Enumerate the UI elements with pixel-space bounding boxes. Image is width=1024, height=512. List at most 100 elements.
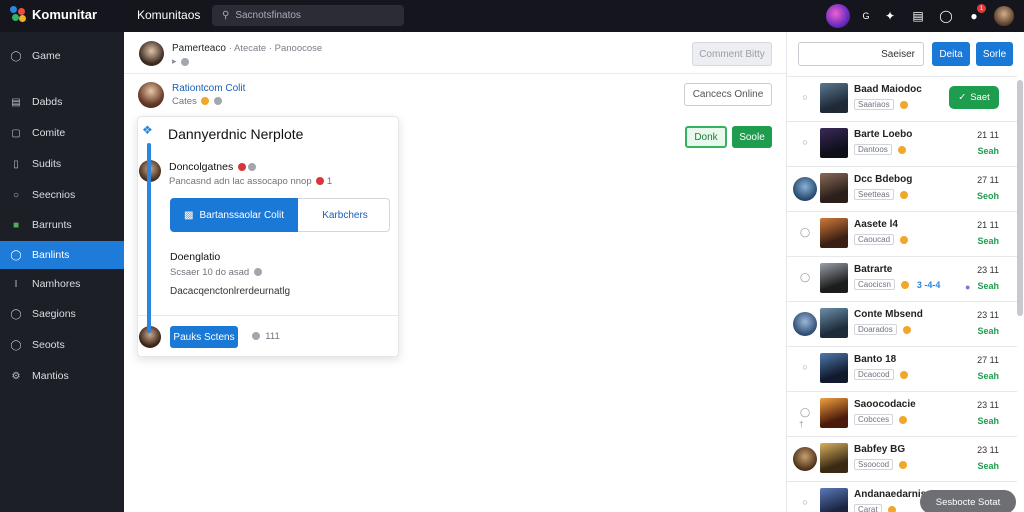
list-item[interactable]: ○ Baad Maiodoc Saariaos ✓ Saet — [787, 77, 1017, 122]
sidebar-item-label: Banlints — [32, 249, 70, 261]
chat-icon: ○ — [802, 137, 808, 147]
sort-button[interactable]: Sorle — [976, 42, 1013, 66]
item-time: 21 11 — [977, 220, 999, 230]
cancel-online-button[interactable]: Cancecs Online — [684, 83, 772, 106]
page-icon: ▯ — [13, 158, 19, 170]
avatar[interactable] — [793, 312, 817, 336]
done-button[interactable]: Donk — [685, 126, 727, 148]
sidebar-item-barrunts[interactable]: ■ Barrunts — [0, 211, 124, 239]
sidebar-item-game[interactable]: ◯ Game — [0, 42, 124, 70]
chat-icon: ○ — [802, 497, 808, 507]
sidebar-item-comite[interactable]: ▢ Comite — [0, 119, 124, 147]
item-title: Andanaedarnis — [854, 489, 927, 500]
save-item-button[interactable]: ✓ Saet — [949, 86, 999, 109]
save-button[interactable]: Soole — [732, 126, 772, 148]
sidebar-item-seecnios[interactable]: ○ Seecnios — [0, 181, 124, 209]
feed-row-title[interactable]: Rationtcom Colit — [172, 83, 245, 94]
sidebar-item-sudits[interactable]: ▯ Sudits — [0, 150, 124, 178]
i-icon: I — [14, 278, 18, 290]
sidebar-item-label: Barrunts — [32, 219, 72, 231]
list-item[interactable]: Conte Mbsend Doarados 23 11 Seah — [787, 302, 1017, 347]
brand-logo-icon — [10, 6, 26, 22]
list-item[interactable]: Dcc Bdebog Seetteas 27 11 Seoh — [787, 167, 1017, 212]
list-item[interactable]: Babfey BG Ssoocod 23 11 Seah — [787, 437, 1017, 482]
list-item[interactable]: ○ Barte Loebo Dantoos 21 11 Seah — [787, 122, 1017, 167]
delete-button[interactable]: Deita — [932, 42, 970, 66]
list-item[interactable]: ◯ Aasete l4 Caoucad 21 11 Seah — [787, 212, 1017, 257]
top-bar: Komunitar Komunitaos ⚲ Sacnotsfinatos G … — [0, 0, 1024, 32]
avatar[interactable] — [793, 177, 817, 201]
primary-action-label: Bartanssaolar Colit — [199, 209, 284, 221]
search-input[interactable]: ⚲ Sacnotsfinatos — [212, 5, 404, 26]
sidebar-item-label: Dabds — [32, 96, 63, 108]
shield-icon: ◯ — [10, 308, 22, 320]
card-title: Dannyerdnic Nerplote — [168, 126, 304, 142]
card-meta: Pancasnd adn lac assocapo nnop 1 — [169, 176, 333, 187]
toast-button[interactable]: Sesbocte Sotat — [920, 490, 1016, 512]
notifications-icon[interactable]: ● 1 — [966, 4, 986, 24]
item-title: Aasete l4 — [854, 219, 898, 230]
item-meta: Doarados — [854, 324, 911, 335]
secondary-action-button[interactable]: Karbchers — [301, 199, 389, 231]
item-status: Seah — [977, 461, 999, 471]
item-status: Seah — [977, 236, 999, 246]
list-item[interactable]: ◯ Batrarte Caocicsn 3 -4-4 ● 23 11 Seah — [787, 257, 1017, 302]
item-meta: Dcaocod — [854, 369, 908, 380]
clock-icon: ◯ — [799, 226, 811, 237]
sidebar-item-label: Game — [32, 50, 61, 62]
user-avatar[interactable] — [994, 6, 1014, 26]
reply-button[interactable]: Pauks Sctens — [170, 326, 238, 348]
scrollbar[interactable] — [1017, 80, 1023, 316]
item-meta: Carat — [854, 504, 896, 512]
sidebar-item-label: Seecnios — [32, 189, 76, 201]
item-title: Dcc Bdebog — [854, 174, 913, 185]
sidebar-item-namhores[interactable]: I Namhores — [0, 270, 124, 298]
item-meta: Cobcces — [854, 414, 908, 425]
sidebar-item-label: Sudits — [32, 158, 62, 170]
sidebar-item-label: Mantios — [32, 370, 69, 382]
item-title: Baad Maiodoc — [854, 84, 922, 95]
avatar[interactable] — [793, 447, 817, 471]
right-panel: Saeiser Deita Sorle ○ Baad Maiodoc Saari… — [786, 32, 1024, 512]
feed-row[interactable]: Pamerteaco · Atecate · Panoocose ▸ Comme… — [124, 32, 786, 74]
item-time: 23 11 — [977, 310, 999, 320]
item-time: 23 11 — [977, 400, 999, 410]
item-time: 27 11 — [977, 355, 999, 365]
sidebar-item-saegions[interactable]: ◯ Saegions — [0, 300, 124, 328]
search-placeholder: Sacnotsfinatos — [235, 10, 301, 21]
sidebar-item-banlints[interactable]: ◯ Banlints — [0, 241, 124, 269]
card-user[interactable]: Doncolgatnes — [169, 161, 257, 173]
bars-icon: ▤ — [11, 96, 21, 108]
sidebar-item-seoots[interactable]: ◯ Seoots — [0, 331, 124, 359]
item-time: 27 11 — [977, 175, 999, 185]
chat-icon: ○ — [12, 189, 20, 201]
item-meta: Seetteas — [854, 189, 908, 200]
item-meta: Ssoocod — [854, 459, 908, 470]
list-item[interactable]: ◯ † Saoocodacie Cobcces 23 11 Seah — [787, 392, 1017, 437]
sidebar-item-dabds[interactable]: ▤ Dabds — [0, 88, 124, 116]
comment-button[interactable]: Comment Bitty — [692, 42, 772, 66]
document-icon[interactable]: ▤ — [910, 8, 926, 24]
avatar[interactable] — [139, 41, 164, 66]
item-title: Barte Loebo — [854, 129, 913, 140]
sidebar-item-label: Saegions — [32, 308, 76, 320]
item-title: Banto 18 — [854, 354, 897, 365]
item-meta: Caocicsn 3 -4-4 — [854, 279, 940, 290]
chat-icon: ○ — [802, 362, 808, 372]
sidebar-item-mantios[interactable]: ⚙ Mantios — [0, 362, 124, 390]
brand[interactable]: Komunitar — [10, 6, 97, 22]
item-status: Seah — [977, 146, 999, 156]
avatar[interactable] — [138, 82, 164, 108]
feed-row[interactable]: Rationtcom Colit Cates Cancecs Online — [124, 75, 786, 115]
filter-input[interactable]: Saeiser — [798, 42, 924, 66]
chat-icon: ◯ — [10, 249, 22, 261]
feed-row-meta-icons: ▸ — [172, 56, 190, 67]
pin-icon[interactable]: ✦ — [882, 8, 898, 24]
chat-icon[interactable]: ◯ — [938, 8, 954, 24]
thumbnail — [820, 173, 848, 203]
list-item[interactable]: ○ Banto 18 Dcaocod 27 11 Seah — [787, 347, 1017, 392]
item-time: 23 11 — [977, 265, 999, 275]
primary-action-button[interactable]: ▩ Bartanssaolar Colit — [170, 198, 298, 232]
game-avatar[interactable] — [826, 4, 850, 28]
plus-icon: ▩ — [184, 209, 194, 221]
